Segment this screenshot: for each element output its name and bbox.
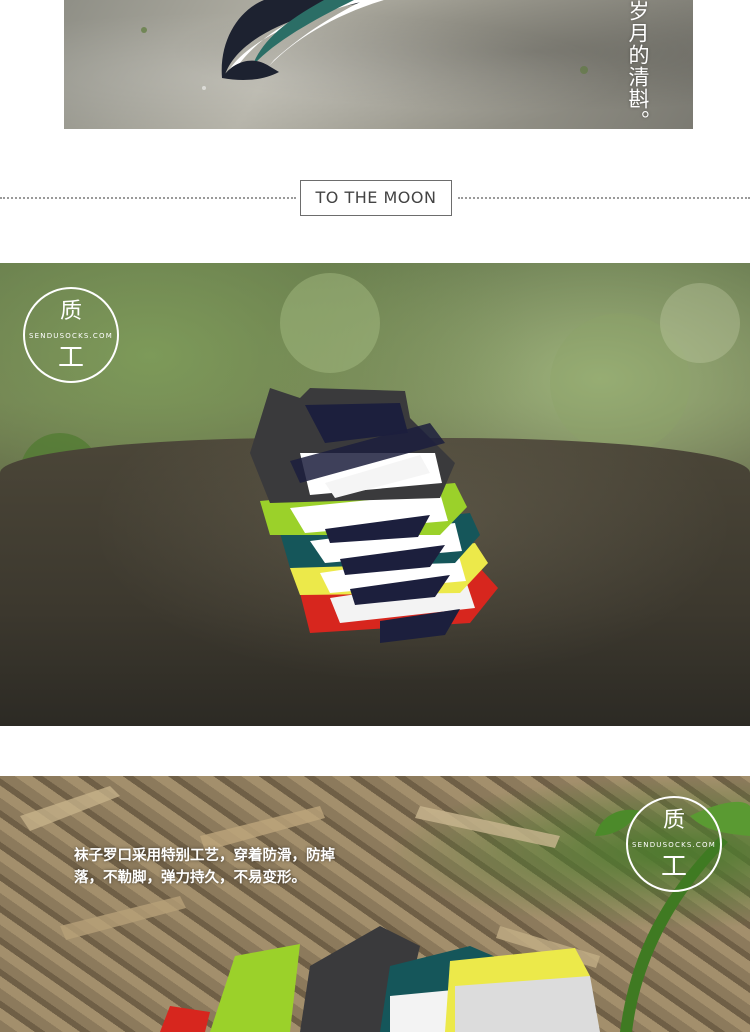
brand-logo-badge: 质 SENDUSOCKS.COM 工 bbox=[23, 287, 119, 383]
top-product-photo bbox=[64, 0, 693, 129]
logo-site-text: SENDUSOCKS.COM bbox=[632, 841, 716, 849]
logo-glyph-bottom: 工 bbox=[57, 343, 84, 373]
section-title-box: TO THE MOON bbox=[300, 180, 452, 216]
logo-glyph-top: 质 bbox=[662, 808, 685, 833]
feature-caption-line-1: 袜子罗口采用特别工艺，穿着防滑，防掉 bbox=[74, 848, 335, 864]
feature-caption: 袜子罗口采用特别工艺，穿着防滑，防掉 落，不勒脚，弹力持久，不易变形。 bbox=[74, 845, 404, 889]
logo-glyph-bottom: 工 bbox=[660, 852, 687, 882]
socks-stack-photo: 质 SENDUSOCKS.COM 工 bbox=[0, 263, 750, 726]
sock-stack-illustration bbox=[250, 388, 498, 643]
divider-line-right bbox=[458, 197, 750, 199]
feature-caption-line-2: 落，不勒脚，弹力持久，不易变形。 bbox=[74, 870, 306, 886]
top-photo-caption: 岁月的清斟。 bbox=[626, 0, 650, 132]
logo-site-text: SENDUSOCKS.COM bbox=[29, 332, 113, 340]
brand-logo-badge-bottom: 质 SENDUSOCKS.COM 工 bbox=[626, 796, 722, 892]
leaves-socks-photo: 质 SENDUSOCKS.COM 工 bbox=[0, 776, 750, 1032]
divider-line-left bbox=[0, 197, 296, 199]
sock-toe-illustration bbox=[141, 0, 588, 90]
logo-glyph-top: 质 bbox=[59, 299, 82, 324]
